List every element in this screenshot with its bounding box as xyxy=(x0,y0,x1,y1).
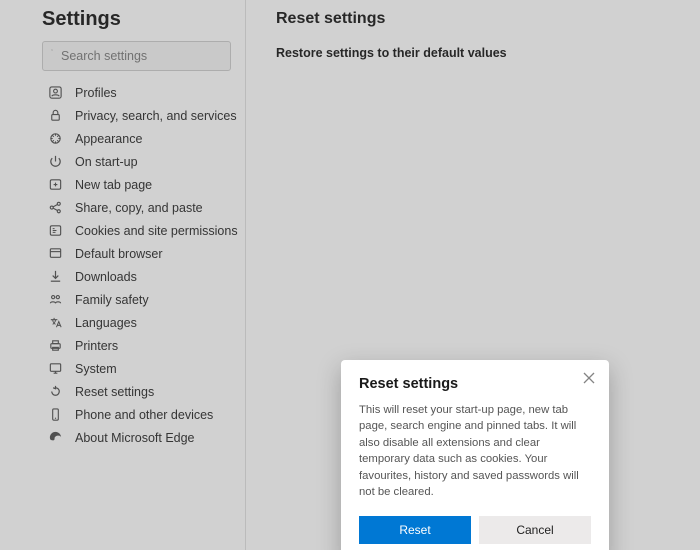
sidebar-item-reset-settings[interactable]: Reset settings xyxy=(0,380,245,403)
sidebar-item-about-microsoft-edge[interactable]: About Microsoft Edge xyxy=(0,426,245,449)
sidebar-item-label: New tab page xyxy=(75,178,152,192)
sidebar-item-profiles[interactable]: Profiles xyxy=(0,81,245,104)
printer-icon xyxy=(48,338,63,353)
sidebar-item-label: Share, copy, and paste xyxy=(75,201,203,215)
sidebar-item-on-start-up[interactable]: On start-up xyxy=(0,150,245,173)
sidebar-item-label: Appearance xyxy=(75,132,142,146)
phone-icon xyxy=(48,407,63,422)
sidebar-item-label: About Microsoft Edge xyxy=(75,431,195,445)
sidebar-item-system[interactable]: System xyxy=(0,357,245,380)
search-icon xyxy=(51,49,53,63)
page-heading: Reset settings xyxy=(276,10,700,28)
share-icon xyxy=(48,200,63,215)
sidebar-item-label: Privacy, search, and services xyxy=(75,109,237,123)
sidebar-item-label: On start-up xyxy=(75,155,138,169)
settings-title: Settings xyxy=(0,8,245,41)
family-icon xyxy=(48,292,63,307)
newtab-icon xyxy=(48,177,63,192)
sidebar-item-printers[interactable]: Printers xyxy=(0,334,245,357)
sidebar-item-label: Downloads xyxy=(75,270,137,284)
download-icon xyxy=(48,269,63,284)
cancel-button[interactable]: Cancel xyxy=(479,516,591,544)
sidebar-item-languages[interactable]: Languages xyxy=(0,311,245,334)
appearance-icon xyxy=(48,131,63,146)
sidebar-item-privacy-search-and-services[interactable]: Privacy, search, and services xyxy=(0,104,245,127)
sidebar-item-appearance[interactable]: Appearance xyxy=(0,127,245,150)
reset-icon xyxy=(48,384,63,399)
sidebar-item-label: System xyxy=(75,362,117,376)
dialog-body: This will reset your start-up page, new … xyxy=(359,402,591,500)
restore-defaults-row[interactable]: Restore settings to their default values xyxy=(276,46,700,60)
search-input[interactable] xyxy=(61,49,222,63)
sidebar-item-label: Profiles xyxy=(75,86,117,100)
sidebar-item-new-tab-page[interactable]: New tab page xyxy=(0,173,245,196)
browser-icon xyxy=(48,246,63,261)
sidebar-item-label: Languages xyxy=(75,316,137,330)
sidebar-item-share-copy-and-paste[interactable]: Share, copy, and paste xyxy=(0,196,245,219)
sidebar-item-downloads[interactable]: Downloads xyxy=(0,265,245,288)
reset-settings-dialog: Reset settings This will reset your star… xyxy=(341,360,609,550)
profile-icon xyxy=(48,85,63,100)
settings-sidebar: Settings Profiles Privacy, search, and se… xyxy=(0,0,245,550)
sidebar-item-label: Cookies and site permissions xyxy=(75,224,238,238)
power-icon xyxy=(48,154,63,169)
lock-icon xyxy=(48,108,63,123)
dialog-close-button[interactable] xyxy=(581,370,597,386)
sidebar-item-cookies-and-site-permissions[interactable]: Cookies and site permissions xyxy=(0,219,245,242)
sidebar-item-phone-and-other-devices[interactable]: Phone and other devices xyxy=(0,403,245,426)
system-icon xyxy=(48,361,63,376)
sidebar-item-default-browser[interactable]: Default browser xyxy=(0,242,245,265)
edge-icon xyxy=(48,430,63,445)
sidebar-item-label: Family safety xyxy=(75,293,149,307)
sidebar-item-label: Reset settings xyxy=(75,385,154,399)
reset-button[interactable]: Reset xyxy=(359,516,471,544)
dialog-title: Reset settings xyxy=(359,376,591,392)
settings-nav-list: Profiles Privacy, search, and services App… xyxy=(0,81,245,449)
sidebar-item-family-safety[interactable]: Family safety xyxy=(0,288,245,311)
cookies-icon xyxy=(48,223,63,238)
search-settings-field[interactable] xyxy=(42,41,231,71)
language-icon xyxy=(48,315,63,330)
sidebar-item-label: Default browser xyxy=(75,247,163,261)
sidebar-item-label: Printers xyxy=(75,339,118,353)
sidebar-item-label: Phone and other devices xyxy=(75,408,213,422)
